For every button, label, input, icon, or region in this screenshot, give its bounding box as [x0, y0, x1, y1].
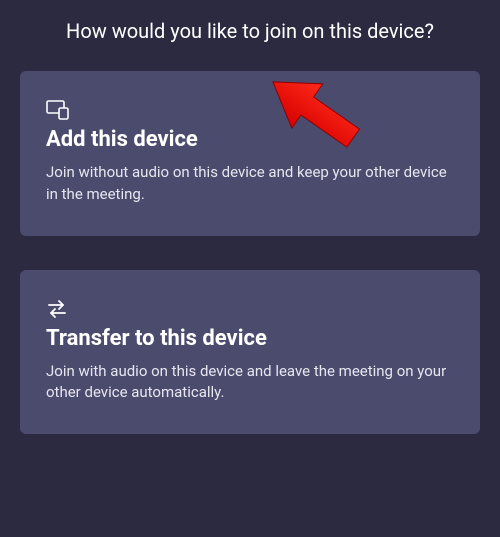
add-this-device-option[interactable]: Add this device Join without audio on th… [20, 71, 480, 236]
transfer-icon [46, 298, 454, 320]
option-title: Transfer to this device [46, 326, 454, 351]
join-device-dialog: How would you like to join on this devic… [0, 0, 500, 454]
dialog-heading: How would you like to join on this devic… [20, 18, 480, 45]
option-title: Add this device [46, 127, 454, 152]
option-description: Join without audio on this device and ke… [46, 162, 454, 206]
transfer-to-this-device-option[interactable]: Transfer to this device Join with audio … [20, 270, 480, 435]
add-device-icon [46, 99, 454, 121]
option-description: Join with audio on this device and leave… [46, 361, 454, 405]
